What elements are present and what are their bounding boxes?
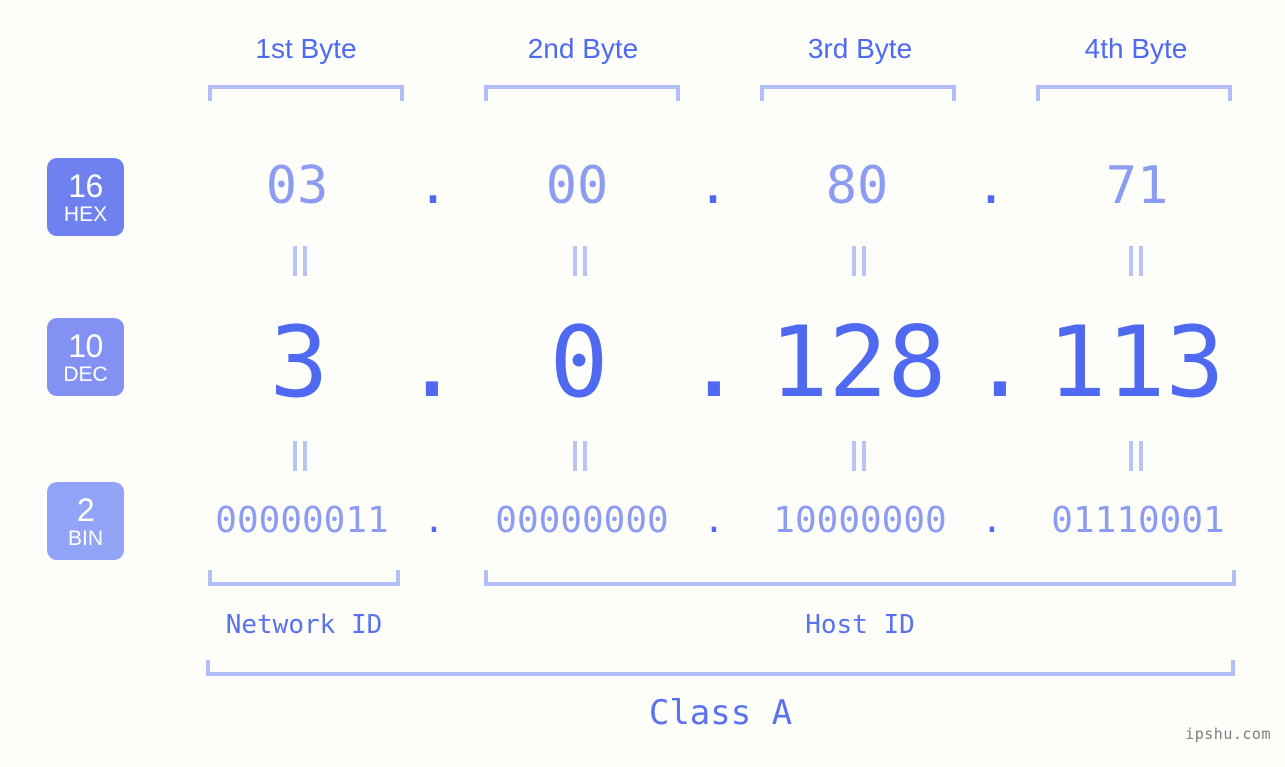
hex-separator-2: . <box>697 156 729 216</box>
dec-byte-3: 128 <box>769 306 947 420</box>
equals-mark-hex-dec-3 <box>851 246 867 276</box>
equals-mark-hex-dec-4 <box>1128 246 1144 276</box>
watermark: ipshu.com <box>1185 725 1271 743</box>
radix-badge-dec-number: 10 <box>68 327 103 364</box>
host-id-label: Host ID <box>805 610 915 640</box>
equals-mark-dec-bin-3 <box>851 441 867 471</box>
equals-mark-dec-bin-1 <box>292 441 308 471</box>
class-bracket <box>206 660 1235 676</box>
byte-header-4: 4th Byte <box>1084 33 1188 64</box>
bin-byte-4: 01110001 <box>1051 500 1225 541</box>
byte-header-3: 3rd Byte <box>807 33 913 64</box>
bin-byte-3: 10000000 <box>773 500 947 541</box>
bin-separator-2: . <box>703 500 725 541</box>
radix-badge-bin-name: BIN <box>67 526 103 550</box>
byte-bracket-4 <box>1036 85 1232 101</box>
radix-badge-bin-number: 2 <box>76 491 95 528</box>
hex-separator-3: . <box>975 156 1007 216</box>
dec-separator-1: . <box>402 306 462 420</box>
dec-byte-1: 3 <box>269 306 329 420</box>
bin-separator-3: . <box>981 500 1003 541</box>
radix-badge-bin: 2 BIN <box>47 482 124 560</box>
byte-bracket-3 <box>760 85 956 101</box>
ip-address-breakdown-diagram: 1st Byte 2nd Byte 3rd Byte 4th Byte 16 H… <box>0 0 1285 767</box>
network-id-bracket <box>208 570 400 586</box>
radix-badge-dec-name: DEC <box>63 362 108 386</box>
equals-mark-hex-dec-1 <box>292 246 308 276</box>
dec-byte-4: 113 <box>1047 306 1225 420</box>
hex-byte-2: 00 <box>545 156 609 216</box>
equals-mark-dec-bin-4 <box>1128 441 1144 471</box>
byte-header-2: 2nd Byte <box>527 33 639 64</box>
radix-badge-dec: 10 DEC <box>47 318 124 396</box>
bin-byte-2: 00000000 <box>495 500 669 541</box>
hex-byte-1: 03 <box>265 156 329 216</box>
dec-byte-2: 0 <box>549 306 609 420</box>
class-label: Class A <box>648 693 793 733</box>
equals-mark-hex-dec-2 <box>572 246 588 276</box>
radix-badge-hex-name: HEX <box>63 202 108 226</box>
network-id-label: Network ID <box>225 610 383 640</box>
hex-separator-1: . <box>417 156 449 216</box>
dec-separator-2: . <box>684 306 744 420</box>
host-id-bracket <box>484 570 1236 586</box>
hex-byte-4: 71 <box>1105 156 1169 216</box>
bin-byte-1: 00000011 <box>215 500 389 541</box>
equals-mark-dec-bin-2 <box>572 441 588 471</box>
radix-badge-hex: 16 HEX <box>47 158 124 236</box>
bin-separator-1: . <box>423 500 445 541</box>
byte-bracket-1 <box>208 85 404 101</box>
radix-badge-hex-number: 16 <box>68 167 103 204</box>
byte-header-1: 1st Byte <box>255 33 357 64</box>
byte-bracket-2 <box>484 85 680 101</box>
hex-byte-3: 80 <box>825 156 889 216</box>
